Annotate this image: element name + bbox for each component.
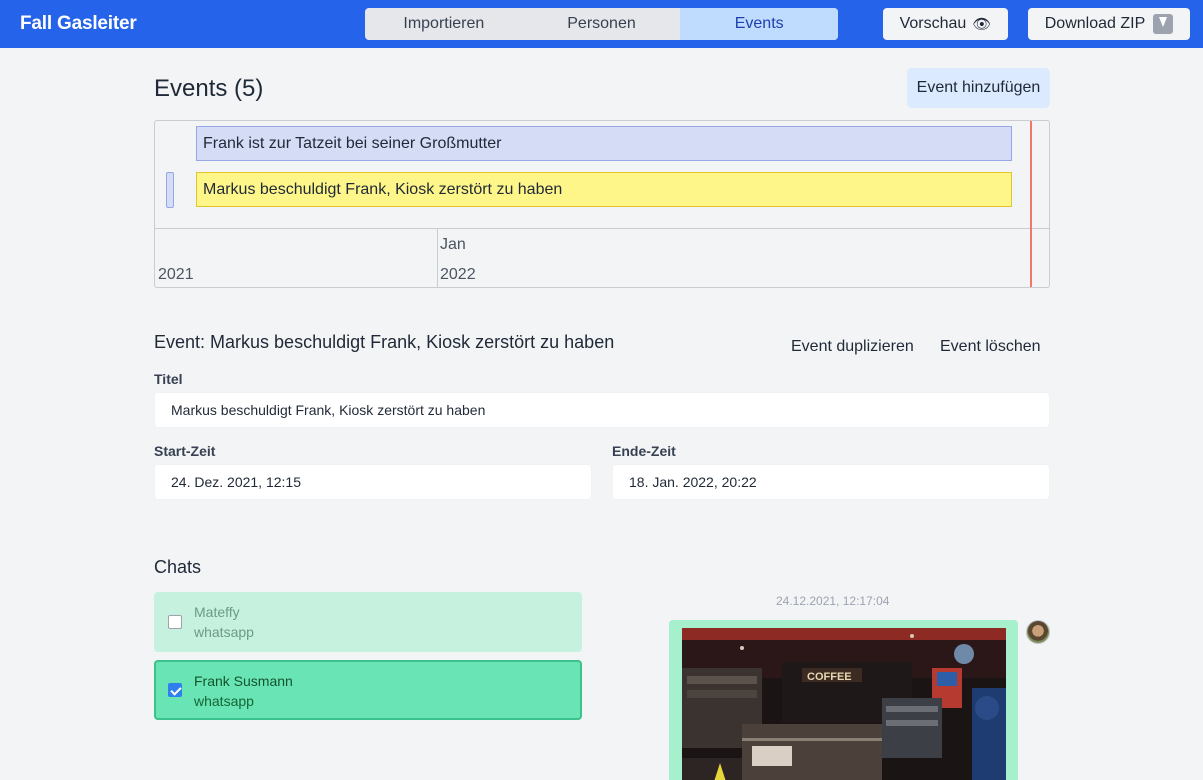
- timeline-range-marker[interactable]: [166, 172, 174, 208]
- duplicate-event-button[interactable]: Event duplizieren: [791, 338, 914, 356]
- chat-checkbox[interactable]: [168, 615, 182, 629]
- timeline-item-accusation[interactable]: Markus beschuldigt Frank, Kiosk zerstört…: [196, 172, 1012, 207]
- timeline-axis-line: [155, 228, 1049, 229]
- chat-name: Mateffy: [194, 604, 240, 620]
- delete-event-button[interactable]: Event löschen: [940, 338, 1041, 356]
- chat-item-mateffy[interactable]: Mateffy whatsapp: [154, 592, 582, 652]
- chat-source: whatsapp: [194, 624, 254, 640]
- chats-heading: Chats: [154, 557, 202, 577]
- end-time-label: Ende-Zeit: [612, 443, 676, 459]
- nav-tabs: Importieren Personen Events: [365, 8, 838, 40]
- page-title: Events (5): [154, 75, 264, 102]
- start-time-field[interactable]: 24. Dez. 2021, 12:15: [154, 464, 592, 500]
- message-photo[interactable]: COFFEE: [682, 628, 1006, 780]
- tab-personen[interactable]: Personen: [523, 8, 681, 40]
- title-field[interactable]: Markus beschuldigt Frank, Kiosk zerstört…: [154, 392, 1050, 428]
- sender-avatar: [1026, 620, 1050, 644]
- download-zip-button[interactable]: Download ZIP: [1028, 8, 1190, 40]
- timeline-major-label: 2022: [440, 266, 476, 283]
- start-time-label: Start-Zeit: [154, 443, 216, 459]
- download-label: Download ZIP: [1044, 15, 1146, 32]
- tab-importieren[interactable]: Importieren: [365, 8, 523, 40]
- chat-item-frank-susmann[interactable]: Frank Susmann whatsapp: [154, 660, 582, 720]
- timeline-current-time-marker: [1030, 121, 1032, 287]
- timeline-major-label: 2021: [158, 266, 194, 283]
- kiosk-photo-illustration: COFFEE: [682, 628, 1006, 780]
- timeline-minor-label: Jan: [440, 236, 466, 253]
- top-bar: Fall Gasleiter Importieren Personen Even…: [0, 0, 1203, 48]
- event-heading: Event: Markus beschuldigt Frank, Kiosk z…: [154, 332, 615, 352]
- message-bubble: COFFEE: [669, 620, 1018, 780]
- end-time-field[interactable]: 18. Jan. 2022, 20:22: [612, 464, 1050, 500]
- coffee-sign-text: COFFEE: [807, 671, 852, 683]
- chat-checkbox[interactable]: [168, 683, 182, 697]
- timeline-item-label: Markus beschuldigt Frank, Kiosk zerstört…: [203, 180, 563, 198]
- eye-icon: 👁: [972, 16, 992, 33]
- preview-button[interactable]: Vorschau 👁: [883, 8, 1008, 40]
- down-arrow-icon: [1153, 14, 1174, 34]
- tab-events[interactable]: Events: [680, 8, 838, 40]
- message-timestamp: 24.12.2021, 12:17:04: [776, 594, 890, 608]
- timeline-year-divider: [437, 228, 438, 287]
- timeline[interactable]: Frank ist zur Tatzeit bei seiner Großmut…: [154, 120, 1050, 288]
- app-title: Fall Gasleiter: [20, 13, 137, 34]
- chat-source: whatsapp: [194, 693, 254, 709]
- chat-name: Frank Susmann: [194, 673, 293, 689]
- timeline-item-label: Frank ist zur Tatzeit bei seiner Großmut…: [203, 134, 502, 152]
- timeline-item-grandmother[interactable]: Frank ist zur Tatzeit bei seiner Großmut…: [196, 126, 1012, 161]
- add-event-button[interactable]: Event hinzufügen: [907, 68, 1050, 108]
- preview-label: Vorschau: [899, 15, 967, 32]
- title-field-label: Titel: [154, 371, 183, 387]
